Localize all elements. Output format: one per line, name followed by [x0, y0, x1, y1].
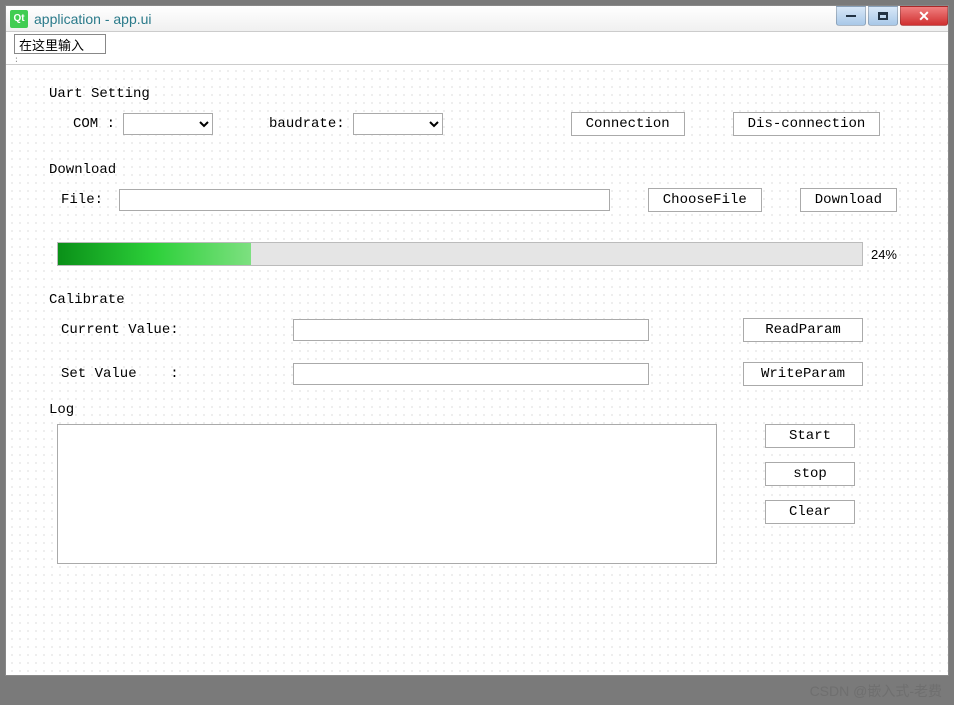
progress-bar [57, 242, 863, 266]
uart-setting-group: Uart Setting COM : baudrate: Connection … [46, 93, 908, 151]
toolbar: : [6, 32, 948, 65]
stop-button[interactable]: stop [765, 462, 855, 486]
uart-group-title: Uart Setting [47, 86, 152, 102]
download-button[interactable]: Download [800, 188, 897, 212]
progress-row: 24% [57, 242, 897, 266]
com-select[interactable] [123, 113, 213, 135]
current-value-row: Current Value: ReadParam [57, 318, 897, 342]
download-file-row: File: ChooseFile Download [57, 188, 897, 212]
set-value-input[interactable] [293, 363, 649, 385]
minimize-icon [846, 15, 856, 17]
disconnection-button[interactable]: Dis-connection [733, 112, 881, 136]
calibrate-group: Calibrate Current Value: ReadParam Set V… [46, 299, 908, 401]
start-button[interactable]: Start [765, 424, 855, 448]
titlebar: Qt application - app.ui ✕ [6, 6, 948, 32]
file-label: File: [61, 192, 103, 208]
log-group-title: Log [47, 402, 76, 418]
content-area: Uart Setting COM : baudrate: Connection … [6, 65, 948, 678]
uart-row: COM : baudrate: Connection Dis-connectio… [57, 112, 897, 136]
watermark-text: CSDN @嵌入式-老费 [810, 681, 942, 701]
log-group: Log Start stop Clear [46, 409, 908, 579]
log-row: Start stop Clear [57, 424, 897, 564]
current-value-label: Current Value: [61, 322, 191, 338]
download-group: Download File: ChooseFile Download 24% [46, 169, 908, 281]
window-title: application - app.ui [34, 11, 152, 27]
qt-logo-icon: Qt [10, 10, 28, 28]
progress-text: 24% [871, 247, 897, 262]
download-group-title: Download [47, 162, 118, 178]
toolbar-input[interactable] [14, 34, 106, 54]
set-value-row: Set Value : WriteParam [57, 362, 897, 386]
writeparam-button[interactable]: WriteParam [743, 362, 863, 386]
current-value-input[interactable] [293, 319, 649, 341]
baudrate-select[interactable] [353, 113, 443, 135]
com-label: COM : [73, 116, 115, 132]
clear-button[interactable]: Clear [765, 500, 855, 524]
close-icon: ✕ [918, 8, 930, 25]
progress-fill [58, 243, 251, 265]
maximize-button[interactable] [868, 6, 898, 26]
log-textarea[interactable] [57, 424, 717, 564]
close-button[interactable]: ✕ [900, 6, 948, 26]
maximize-icon [878, 12, 888, 20]
window-controls: ✕ [836, 6, 948, 26]
log-button-column: Start stop Clear [765, 424, 855, 524]
toolbar-input-row [6, 32, 948, 56]
calibrate-group-title: Calibrate [47, 292, 127, 308]
connection-button[interactable]: Connection [571, 112, 685, 136]
main-window: Qt application - app.ui ✕ : Uart Setting… [5, 5, 949, 676]
minimize-button[interactable] [836, 6, 866, 26]
baudrate-label: baudrate: [269, 116, 345, 132]
set-value-label: Set Value : [61, 366, 191, 382]
choosefile-button[interactable]: ChooseFile [648, 188, 762, 212]
toolbar-handle: : [6, 56, 948, 64]
file-input[interactable] [119, 189, 610, 211]
readparam-button[interactable]: ReadParam [743, 318, 863, 342]
